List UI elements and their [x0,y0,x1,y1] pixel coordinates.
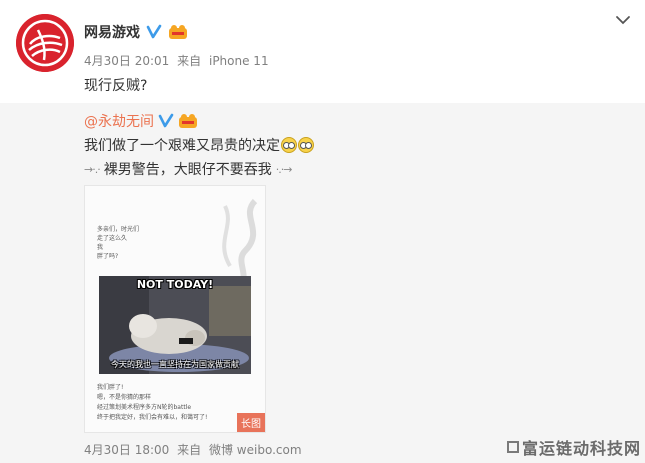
meme-caption: 今天的我也一直坚持在为国家做贡献 [111,360,239,369]
post-source-prefix: 来自 [177,54,202,68]
image-text-line: 我们胖了! [97,384,124,391]
arrow-left-decoration: →·.· [84,162,101,176]
image-text-line: 终于把我定好，我们会有难以，和蔼可了! [97,414,208,421]
site-watermark: 富运链动科技网 [506,435,641,459]
post-source: iPhone 11 [208,54,269,68]
watermark-text: 富运链动科技网 [521,439,641,458]
weibo-post: 网易游戏 4月30日 20:01 来自 iPhone 11 现行反贼? [0,0,645,103]
arrow-right-decoration: ·.·→ [275,162,293,176]
glasses-emoji-icon [298,137,314,153]
repost-text-line2: →·.· 裸男警告，大眼仔不要吞我 ·.·→ [84,159,293,179]
meme-title: NOT TODAY! [136,278,214,291]
member-badge-icon [179,114,197,128]
verified-icon [146,24,162,39]
long-image-thumbnail[interactable]: 多亲们，时光们 走了这么久 我 胖了吗? NOT TODAY! 今天的我也一直坚… [84,185,266,433]
repost-meta: 4月30日 18:00 来自 微博 weibo.com [84,441,306,458]
author-name[interactable]: 网易游戏 [84,22,140,42]
image-text-line: 胖了吗? [97,253,119,260]
long-image-badge: 长图 [237,413,265,432]
repost-block[interactable]: @永劫无间 我们做了一个艰难又昂贵的决定 →·.· 裸男警告，大眼仔不要吞我 ·… [0,103,645,463]
author-avatar[interactable] [16,14,74,72]
repost-time[interactable]: 4月30日 18:00 [84,443,169,457]
repost-source-prefix: 来自 [177,443,202,457]
netease-logo-icon [16,14,74,72]
image-text-line: 嗯，不是你猜的那样 [97,394,152,401]
repost-author-row: @永劫无间 [84,111,198,131]
repost-text-line1-content: 我们做了一个艰难又昂贵的决定 [84,138,280,154]
cat-meme-photo: NOT TODAY! 今天的我也一直坚持在为国家做贡献 [99,276,251,374]
ink-painting-decoration [222,198,258,286]
post-text: 现行反贼? [84,78,148,94]
image-text-line: 走了这么久 [97,235,128,242]
image-text-line: 经过策划美术程序多方N轮的battle [97,404,192,411]
glasses-emoji-icon [281,137,297,153]
verified-icon [158,113,174,128]
watermark-box-icon [506,441,519,453]
repost-text-line1: 我们做了一个艰难又昂贵的决定 [84,135,314,155]
repost-author-link[interactable]: @永劫无间 [84,111,154,131]
image-text-line: 多亲们，时光们 [97,226,140,233]
member-badge-icon [169,25,187,39]
author-row: 网易游戏 [84,22,188,42]
chevron-down-icon[interactable] [615,14,631,26]
repost-source: 微博 weibo.com [208,443,302,457]
post-meta: 4月30日 20:01 来自 iPhone 11 [84,52,273,69]
repost-text-line2-content: 裸男警告，大眼仔不要吞我 [103,162,272,178]
image-text-line: 我 [97,244,104,251]
post-time[interactable]: 4月30日 20:01 [84,54,169,68]
